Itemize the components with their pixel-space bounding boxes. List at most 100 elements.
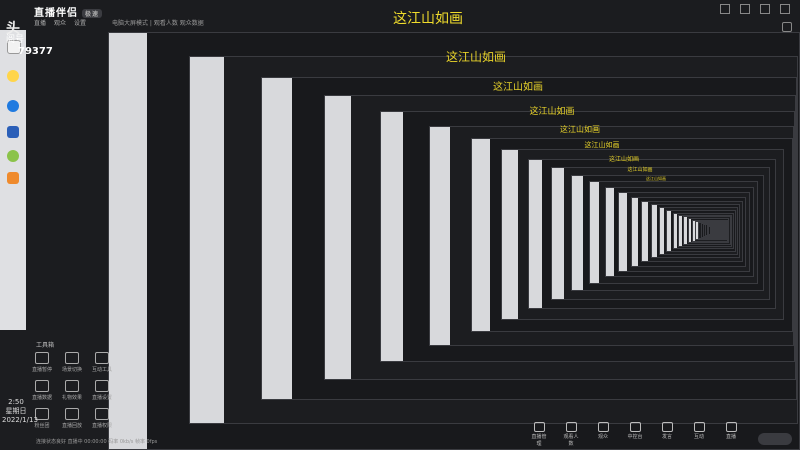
right-toolbar — [782, 22, 792, 32]
bottom-tool-label: 互动 — [693, 434, 704, 440]
logo-badge: 极速 — [82, 8, 103, 18]
replay-icon — [65, 408, 79, 420]
toolbox-item[interactable]: 直播回放 — [56, 408, 88, 429]
pause-icon — [35, 352, 49, 364]
start-live-button[interactable] — [758, 433, 792, 445]
clock-date: 2022/1/13 — [2, 416, 38, 424]
left-app-strip — [0, 30, 26, 330]
nested-sidebar — [660, 208, 665, 255]
bottom-tool[interactable]: 直播 — [722, 422, 740, 447]
bottom-tool[interactable]: 中控台 — [626, 422, 644, 447]
tool-icon — [533, 422, 545, 432]
chrome-icon[interactable] — [7, 70, 19, 82]
settings-icon[interactable] — [720, 4, 730, 14]
nested-sidebar — [605, 188, 614, 277]
nested-sidebar — [551, 168, 564, 299]
tool-icon — [629, 422, 641, 432]
toolbox-item-label: 场景切换 — [61, 367, 82, 373]
bottom-tool-label: 中控台 — [627, 434, 643, 440]
stream-title: 这江山如画 — [393, 11, 463, 27]
nested-sidebar — [589, 182, 600, 283]
top-tabs: 直播 观众 设置 — [34, 18, 86, 27]
toolbox-item[interactable]: 直播权限 — [86, 408, 118, 429]
bottom-tools: 直播管理 观看人数 观众 中控台 发言 互动 直播 — [530, 422, 740, 447]
settings-icon — [95, 380, 109, 392]
permission-icon — [95, 408, 109, 420]
nested-frame — [716, 228, 721, 232]
interact-icon — [95, 352, 109, 364]
tool-icon — [693, 422, 705, 432]
nested-sidebar — [502, 150, 518, 319]
tool-icon — [661, 422, 673, 432]
scene-icon — [65, 352, 79, 364]
bottom-tool[interactable]: 互动 — [690, 422, 708, 447]
bottom-tool[interactable]: 发言 — [658, 422, 676, 447]
close-icon[interactable] — [780, 4, 790, 14]
toolbox-item[interactable]: 礼物效果 — [56, 380, 88, 401]
toolbox-item-label: 直播设置 — [91, 395, 112, 401]
bottom-tool-label: 观众 — [597, 434, 608, 440]
nested-title: 这江山如画 — [445, 50, 507, 64]
tool-icon — [725, 422, 737, 432]
app-icon[interactable] — [7, 150, 19, 162]
clock-weekday: 星期日 — [5, 407, 27, 415]
watermark-line2: 阅号 — [6, 35, 25, 45]
toolbox-item[interactable]: 直播设置 — [86, 380, 118, 401]
minimize-icon[interactable] — [740, 4, 750, 14]
nested-sidebar — [325, 96, 352, 379]
live-streaming-app: 这江山如画 这江山如画 这江山如画 这江山如画 这江山如画 这江山如画 这江山如画 这江山如画… — [0, 0, 800, 450]
nested-title: 这江山如画 — [584, 141, 620, 149]
edge-icon[interactable] — [7, 100, 19, 112]
tool-icon[interactable] — [7, 172, 19, 184]
nested-sidebar — [619, 193, 627, 271]
bottom-tool-label: 观看人数 — [563, 434, 579, 447]
bottom-tool[interactable]: 直播管理 — [530, 422, 548, 447]
nested-sidebar — [631, 197, 638, 266]
room-info: 电脑大屏模式 | 观看人数 观众数据 — [112, 20, 204, 27]
nested-title: 这江山如画 — [529, 107, 575, 117]
watermark: 头 阅号 — [6, 21, 25, 46]
tool-icon — [597, 422, 609, 432]
nested-sidebar — [429, 126, 450, 346]
nested-sidebar — [651, 205, 657, 258]
tab-live[interactable]: 直播 — [34, 18, 46, 27]
nested-title: 这江山如画 — [646, 176, 666, 181]
tab-audience[interactable]: 观众 — [54, 18, 66, 27]
nested-sidebar — [528, 159, 543, 309]
bottom-tool-label: 直播 — [725, 434, 736, 440]
nested-sidebar — [380, 112, 404, 361]
tool-icon — [565, 422, 577, 432]
toolbox-header: 工具箱 — [36, 342, 55, 349]
watermark-line1: 头 — [6, 21, 20, 37]
nested-sidebar — [679, 215, 683, 247]
maximize-icon[interactable] — [760, 4, 770, 14]
nested-sidebar — [667, 211, 672, 252]
phone-icon[interactable] — [782, 22, 792, 32]
word-icon[interactable] — [7, 126, 19, 138]
nested-title: 这江山如画 — [560, 125, 600, 134]
toolbox-item[interactable]: 直播暂停 — [26, 352, 58, 373]
app-logo: 直播伴侣 极速 — [34, 4, 103, 19]
data-icon — [35, 380, 49, 392]
nested-sidebar — [684, 217, 688, 244]
toolbox-item[interactable]: 场景切换 — [56, 352, 88, 373]
nested-sidebar — [472, 139, 491, 332]
toolbox-item-label: 直播数据 — [31, 395, 52, 401]
clock-time: 2:50 — [8, 398, 24, 406]
toolbox-item-label: 互动工具 — [91, 367, 112, 373]
nested-sidebar — [190, 56, 224, 423]
tab-settings[interactable]: 设置 — [74, 18, 86, 27]
nested-sidebar — [262, 77, 292, 400]
toolbox-item[interactable]: 互动工具 — [86, 352, 118, 373]
nested-title: 这江山如画 — [608, 156, 640, 163]
bottom-tool[interactable]: 观看人数 — [562, 422, 580, 447]
bottom-tool-label: 直播管理 — [531, 434, 547, 447]
toolbox-item[interactable]: 直播数据 — [26, 380, 58, 401]
taskbar-clock: 2:50 星期日 2022/1/13 — [2, 398, 38, 425]
nested-sidebar — [571, 175, 583, 291]
gift-icon — [65, 380, 79, 392]
bottom-tool[interactable]: 观众 — [594, 422, 612, 447]
title-bar: 直播伴侣 极速 这江山如画 直播 观众 设置 电脑大屏模式 | 观看人数 观众数据 — [0, 0, 800, 40]
toolbox-item-label: 直播暂停 — [31, 367, 52, 373]
bottom-tool-label: 发言 — [661, 434, 672, 440]
